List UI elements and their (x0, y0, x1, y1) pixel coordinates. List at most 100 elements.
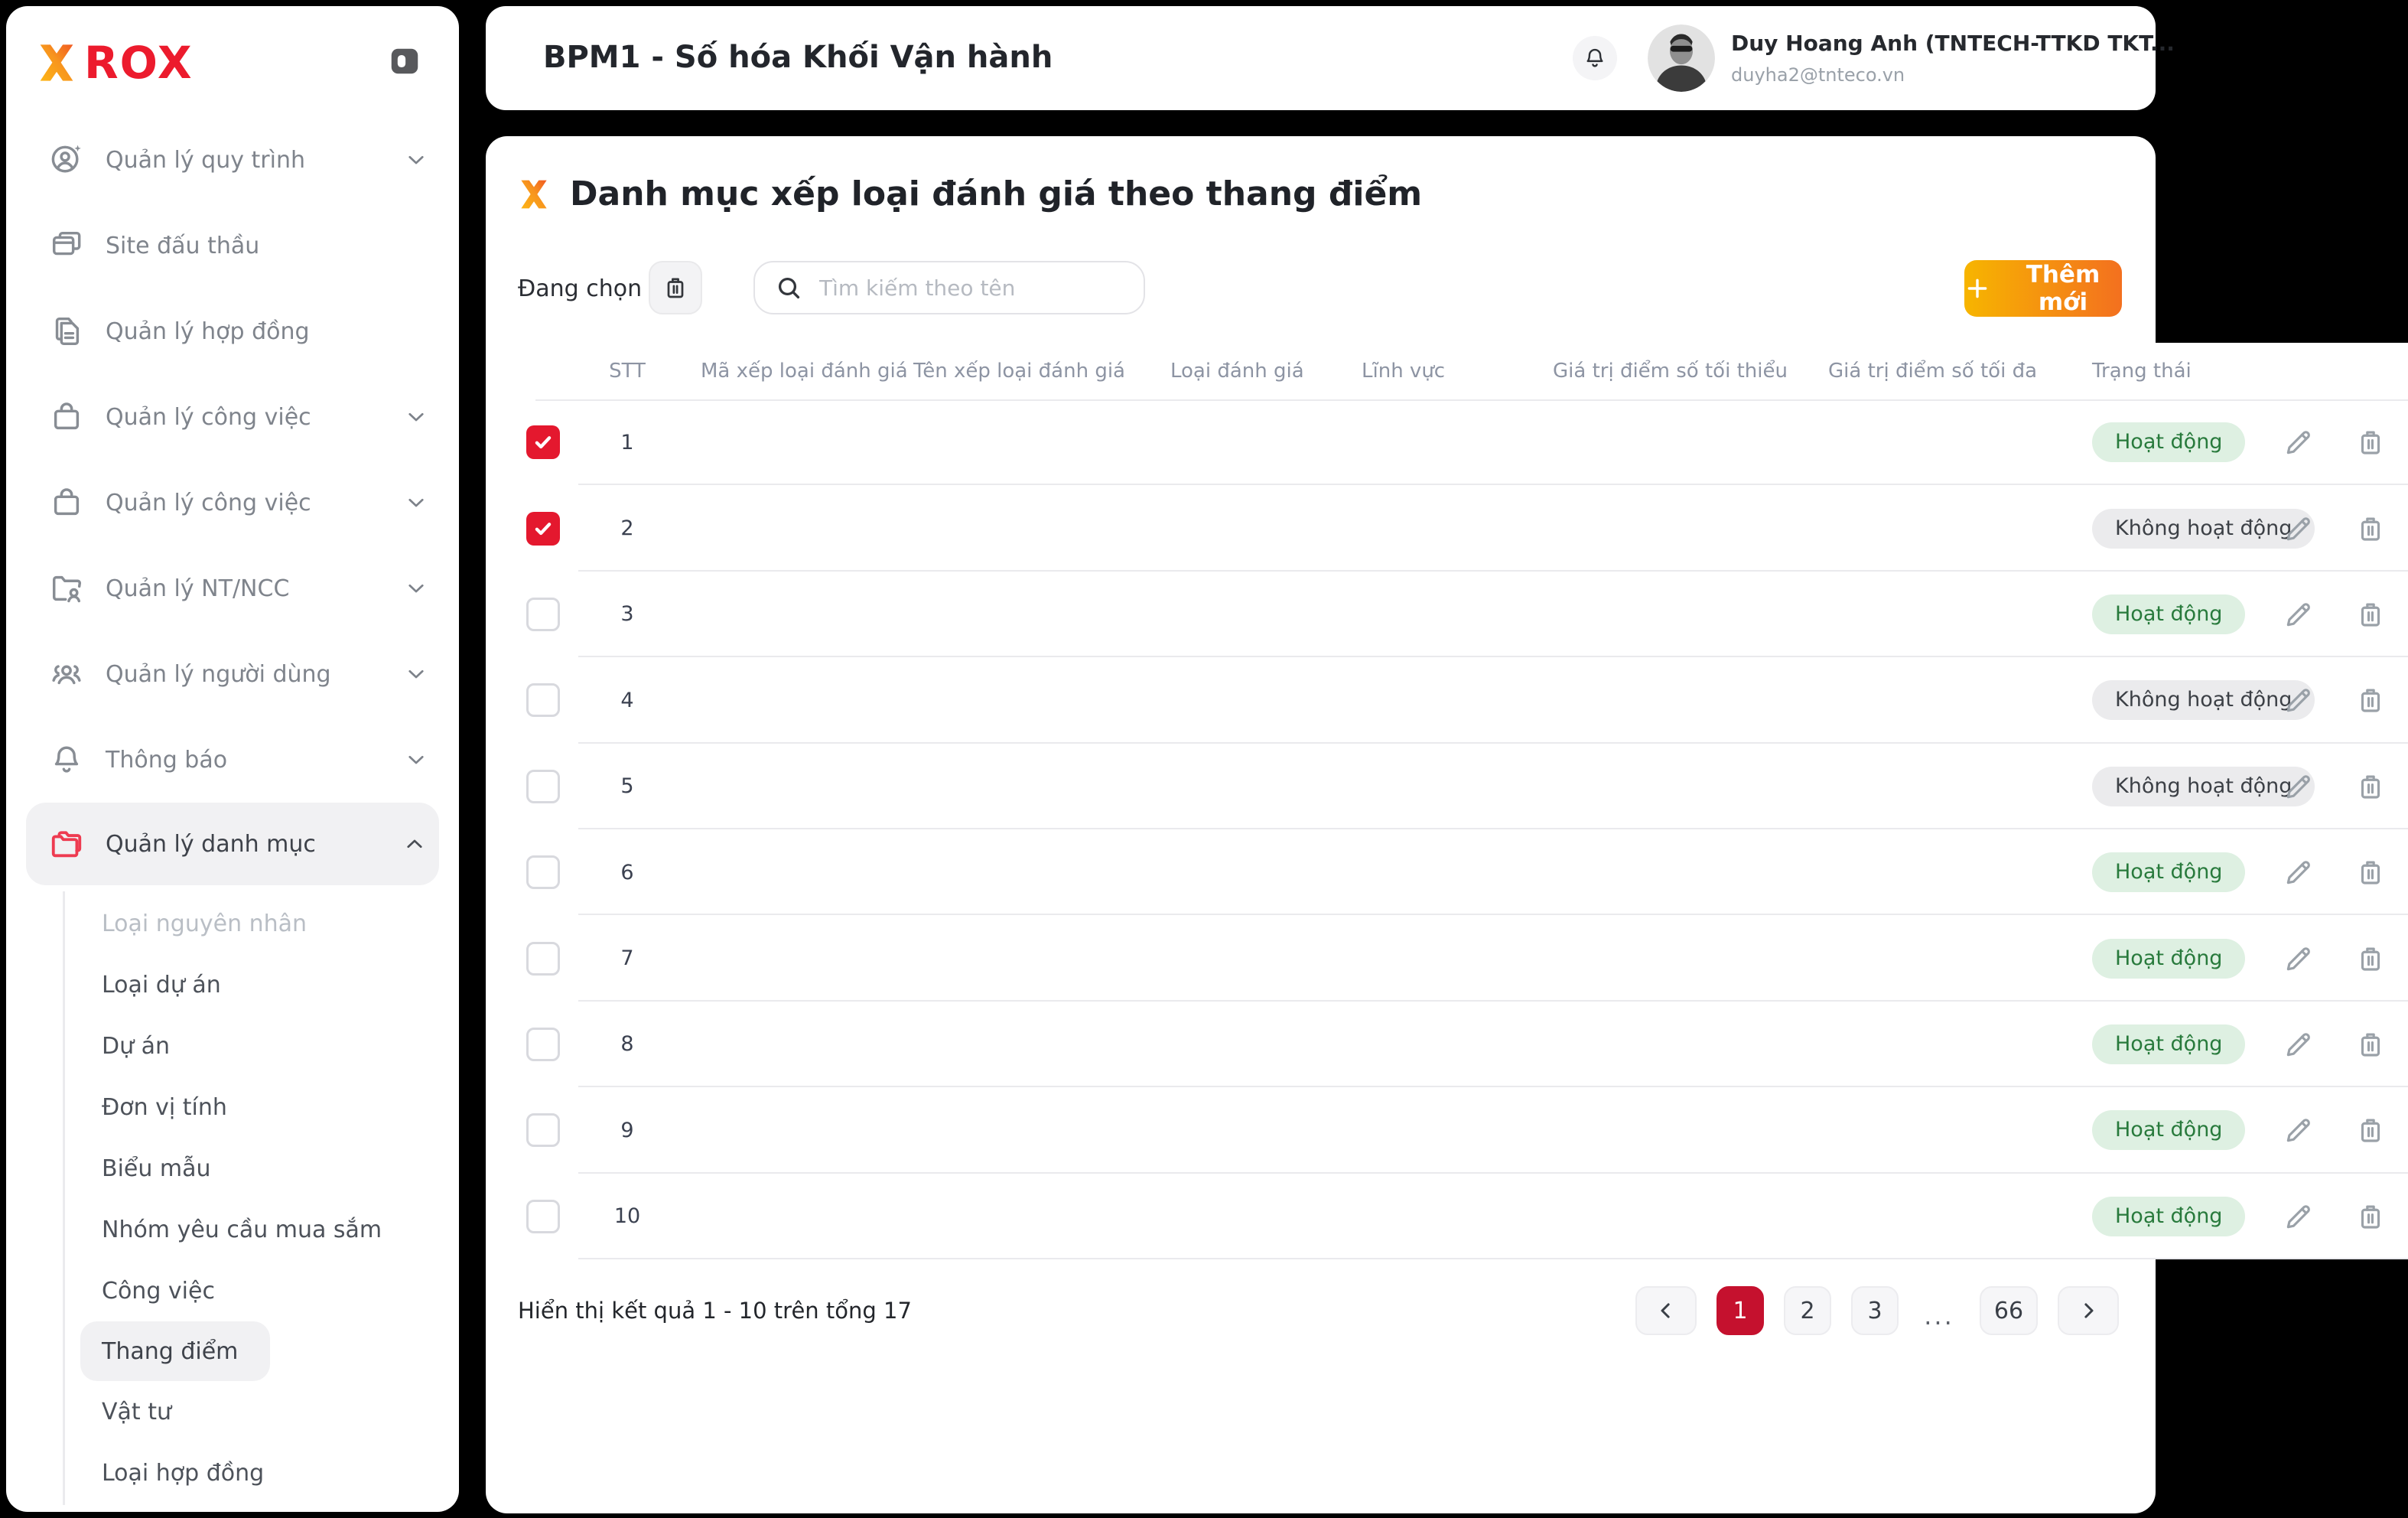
row-select-cell (505, 399, 581, 485)
add-new-button[interactable]: Thêm mới (1964, 260, 2122, 317)
sidebar-submenu-item-10[interactable]: Loại hợp đồng (6, 1442, 459, 1503)
sidebar-item-3[interactable]: Quản lý hợp đồng (6, 288, 459, 374)
edit-button[interactable] (2277, 1109, 2320, 1152)
sidebar-submenu-item-3[interactable]: Dự án (6, 1015, 459, 1077)
row-edit-cell (2264, 399, 2333, 485)
edit-button[interactable] (2277, 1195, 2320, 1238)
avatar[interactable] (1648, 24, 1715, 92)
row-checkbox[interactable] (526, 855, 560, 889)
delete-button[interactable] (2349, 937, 2392, 980)
delete-button[interactable] (2349, 593, 2392, 636)
sidebar-item-label: Quản lý danh mục (106, 831, 316, 858)
row-checkbox[interactable] (526, 942, 560, 976)
bag-icon (49, 399, 84, 435)
row-stt: 8 (620, 1032, 633, 1056)
row-delete-cell (2333, 657, 2408, 743)
row-checkbox[interactable] (526, 770, 560, 803)
row-stt-cell: 5 (581, 744, 673, 829)
sidebar-item-1[interactable]: Quản lý quy trình (6, 117, 459, 203)
sidebar-item-2[interactable]: Site đấu thầu (6, 203, 459, 288)
page-number: 66 (1994, 1298, 2023, 1324)
notifications-button[interactable] (1573, 36, 1617, 80)
row-checkbox[interactable] (526, 683, 560, 717)
edit-button[interactable] (2277, 1023, 2320, 1066)
delete-icon (2354, 856, 2387, 888)
row-checkbox[interactable] (526, 1113, 560, 1147)
sidebar-submenu-item-1[interactable]: Loại nguyên nhân (6, 893, 459, 954)
delete-icon (2354, 426, 2387, 458)
edit-button[interactable] (2277, 593, 2320, 636)
row-diem-min-cell (1522, 744, 1782, 829)
delete-button[interactable] (2349, 1109, 2392, 1152)
row-diem-max-cell (1782, 572, 2035, 657)
row-checkbox[interactable] (526, 1028, 560, 1061)
column-header-2: Mã xếp loại đánh giá (673, 343, 887, 399)
delete-button[interactable] (2349, 1023, 2392, 1066)
row-ten-cell (887, 1002, 1147, 1087)
row-select-cell (505, 1087, 581, 1173)
sidebar-item-8[interactable]: Thông báo (6, 717, 459, 803)
row-edit-cell (2264, 572, 2333, 657)
row-diem-min-cell (1522, 829, 1782, 915)
sidebar-submenu-item-9[interactable]: Vật tư (6, 1381, 459, 1442)
pagination-next-button[interactable] (2058, 1286, 2119, 1335)
search-input[interactable] (819, 275, 1124, 301)
row-status-cell: Không hoạt động (2035, 744, 2264, 829)
row-checkbox[interactable] (526, 598, 560, 631)
status-badge: Hoạt động (2092, 852, 2245, 892)
edit-icon (2283, 684, 2315, 716)
page-number: 1 (1733, 1298, 1747, 1324)
row-status-cell: Hoạt động (2035, 829, 2264, 915)
submenu-item-label: Thang điểm (102, 1338, 238, 1365)
sidebar-submenu-item-4[interactable]: Đơn vị tính (6, 1077, 459, 1138)
row-edit-cell (2264, 915, 2333, 1001)
row-select-cell (505, 1174, 581, 1259)
delete-button[interactable] (2349, 765, 2392, 808)
pagination-prev-button[interactable] (1635, 1286, 1697, 1335)
edit-button[interactable] (2277, 507, 2320, 550)
edit-icon (2283, 426, 2315, 458)
row-delete-cell (2333, 744, 2408, 829)
row-checkbox[interactable] (526, 425, 560, 459)
row-diem-min-cell (1522, 657, 1782, 743)
delete-button[interactable] (2349, 851, 2392, 894)
sidebar-submenu-item-5[interactable]: Biểu mẫu (6, 1138, 459, 1199)
edit-button[interactable] (2277, 679, 2320, 722)
pagination-page-1[interactable]: 1 (1717, 1286, 1764, 1335)
edit-button[interactable] (2277, 851, 2320, 894)
sidebar-item-9[interactable]: Quản lý danh mục (26, 803, 439, 885)
submenu-item-label: Biểu mẫu (102, 1155, 211, 1182)
sidebar-item-4[interactable]: Quản lý công việc (6, 374, 459, 460)
pagination-page-66[interactable]: 66 (1980, 1286, 2038, 1335)
sidebar-submenu-item-2[interactable]: Loại dự án (6, 954, 459, 1015)
edit-button[interactable] (2277, 937, 2320, 980)
row-status-cell: Không hoạt động (2035, 657, 2264, 743)
row-diem-max-cell (1782, 657, 2035, 743)
sidebar-collapse-button[interactable] (387, 43, 422, 81)
bulk-delete-button[interactable] (649, 261, 702, 314)
pagination-page-2[interactable]: 2 (1784, 1286, 1831, 1335)
status-badge: Hoạt động (2092, 594, 2245, 634)
delete-button[interactable] (2349, 421, 2392, 464)
delete-button[interactable] (2349, 679, 2392, 722)
row-diem-max-cell (1782, 1087, 2035, 1173)
row-diem-min-cell (1522, 1002, 1782, 1087)
pagination-page-3[interactable]: 3 (1851, 1286, 1899, 1335)
sidebar-item-7[interactable]: Quản lý người dùng (6, 631, 459, 717)
sidebar-submenu-item-6[interactable]: Nhóm yêu cầu mua sắm (6, 1199, 459, 1260)
edit-button[interactable] (2277, 421, 2320, 464)
row-stt-cell: 3 (581, 572, 673, 657)
delete-button[interactable] (2349, 1195, 2392, 1238)
edit-button[interactable] (2277, 765, 2320, 808)
folder-user-icon (49, 571, 84, 606)
sidebar-item-5[interactable]: Quản lý công việc (6, 460, 459, 546)
sidebar-item-6[interactable]: Quản lý NT/NCC (6, 546, 459, 631)
row-checkbox[interactable] (526, 1200, 560, 1233)
status-badge: Hoạt động (2092, 1024, 2245, 1064)
sidebar-submenu-item-7[interactable]: Công việc (6, 1260, 459, 1321)
delete-button[interactable] (2349, 507, 2392, 550)
row-select-cell (505, 485, 581, 571)
row-checkbox[interactable] (526, 512, 560, 546)
sidebar-submenu-item-8[interactable]: Thang điểm (80, 1321, 270, 1381)
edit-icon (2283, 598, 2315, 630)
